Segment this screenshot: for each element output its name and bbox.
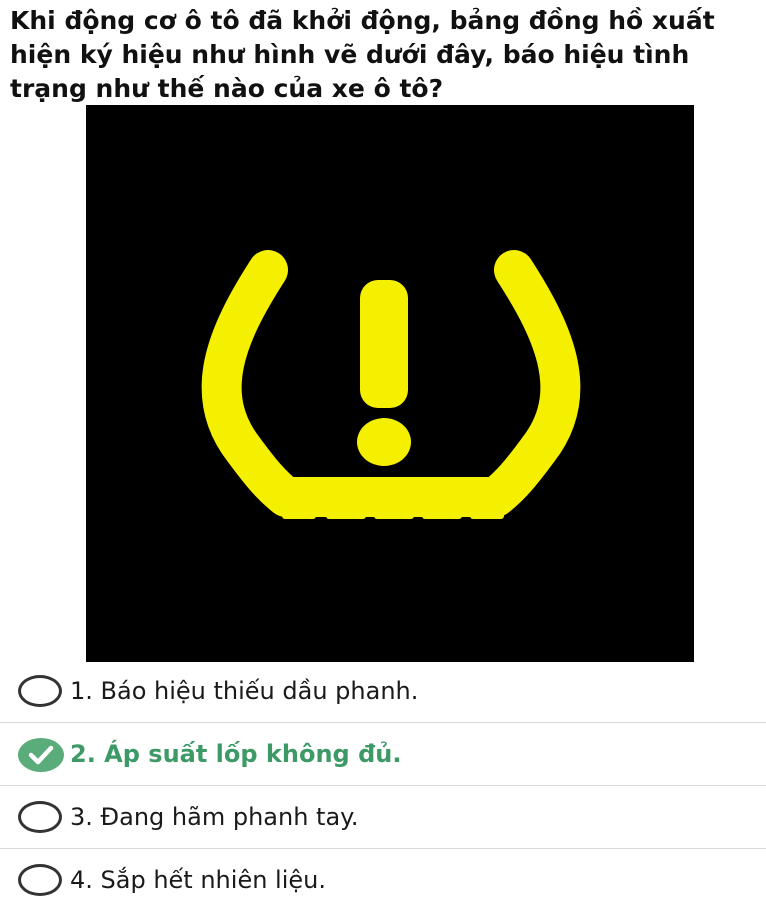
tire-pressure-warning-icon (201, 250, 581, 519)
checkmark-icon (18, 738, 64, 772)
answer-option-3[interactable]: 3. Đang hãm phanh tay. (0, 786, 766, 849)
answer-option-2[interactable]: 2. Áp suất lốp không đủ. (0, 723, 766, 786)
answer-label: 1. Báo hiệu thiếu dầu phanh. (70, 677, 419, 705)
warning-sign-image (86, 105, 694, 662)
answer-option-4[interactable]: 4. Sắp hết nhiên liệu. (0, 849, 766, 911)
radio-button[interactable] (18, 675, 62, 707)
radio-button[interactable] (18, 801, 62, 833)
radio-empty-icon (18, 801, 62, 833)
answer-label: 4. Sắp hết nhiên liệu. (70, 866, 326, 894)
answer-label: 2. Áp suất lốp không đủ. (70, 740, 402, 768)
answer-options: 1. Báo hiệu thiếu dầu phanh. 2. Áp suất … (0, 660, 766, 911)
radio-empty-icon (18, 675, 62, 707)
radio-empty-icon (18, 864, 62, 896)
radio-button[interactable] (18, 864, 62, 896)
answer-option-1[interactable]: 1. Báo hiệu thiếu dầu phanh. (0, 660, 766, 723)
answer-label: 3. Đang hãm phanh tay. (70, 803, 359, 831)
radio-button[interactable] (18, 738, 64, 772)
question-text: Khi động cơ ô tô đã khởi động, bảng đồng… (10, 6, 715, 103)
